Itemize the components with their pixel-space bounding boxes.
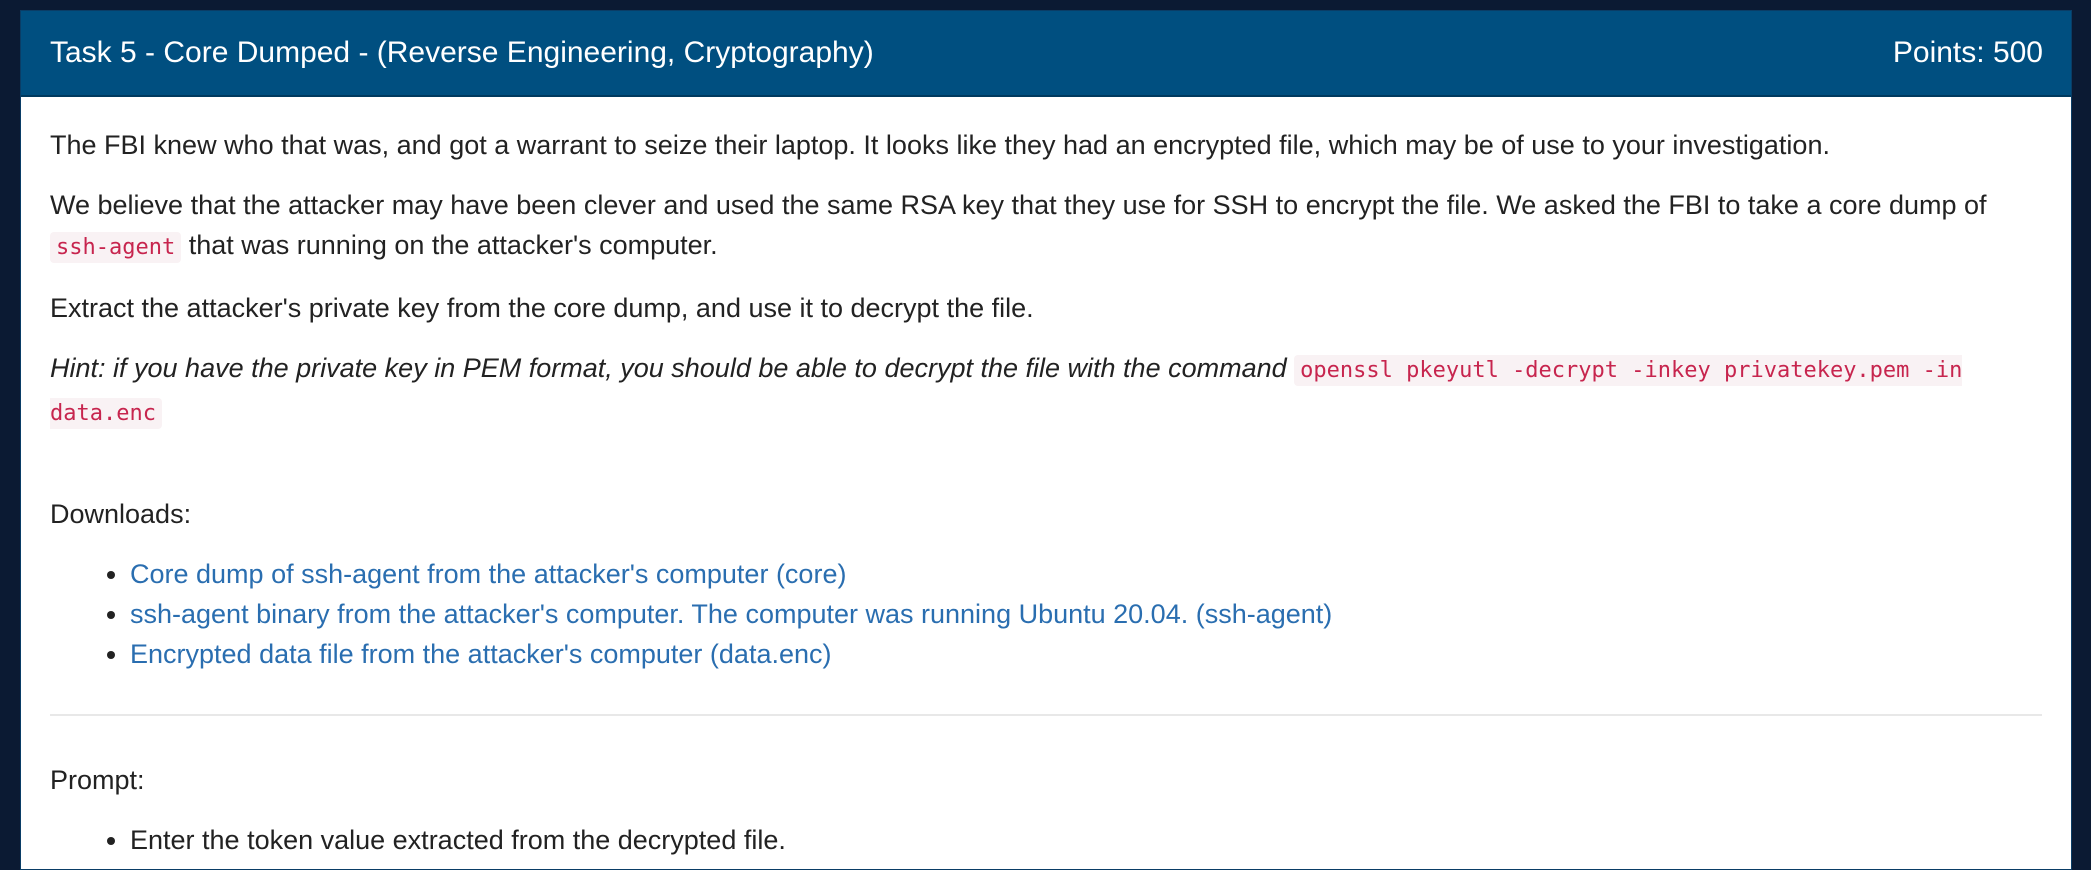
paragraph-2-text-before: We believe that the attacker may have be… (50, 190, 1987, 220)
download-core-link[interactable]: Core dump of ssh-agent from the attacker… (130, 559, 846, 589)
description-paragraph-1: The FBI knew who that was, and got a war… (50, 130, 1830, 160)
prompt-label: Prompt: (50, 765, 145, 795)
hint-text: Hint: if you have the private key in PEM… (50, 353, 1295, 383)
description-paragraph-2: We believe that the attacker may have be… (50, 185, 2042, 268)
download-ssh-agent-link[interactable]: ssh-agent binary from the attacker's com… (130, 599, 1332, 629)
section-divider (50, 714, 2042, 716)
download-data-enc-link[interactable]: Encrypted data file from the attacker's … (130, 639, 832, 669)
description-paragraph-3: Extract the attacker's private key from … (50, 293, 1034, 323)
prompt-item: Enter the token value extracted from the… (130, 820, 2042, 860)
download-item: ssh-agent binary from the attacker's com… (130, 594, 2042, 634)
task-panel: Task 5 - Core Dumped - (Reverse Engineer… (20, 10, 2072, 870)
downloads-label: Downloads: (50, 499, 192, 529)
download-item: Core dump of ssh-agent from the attacker… (130, 554, 2042, 594)
downloads-list: Core dump of ssh-agent from the attacker… (50, 554, 2042, 674)
paragraph-2-text-after: that was running on the attacker's compu… (181, 230, 718, 260)
prompt-list: Enter the token value extracted from the… (50, 820, 2042, 860)
task-title: Task 5 - Core Dumped - (Reverse Engineer… (50, 36, 874, 69)
download-item: Encrypted data file from the attacker's … (130, 634, 2042, 674)
task-body: The FBI knew who that was, and got a war… (21, 97, 2071, 860)
task-points: Points: 500 (1892, 36, 2043, 69)
ssh-agent-code: ssh-agent (50, 232, 182, 263)
hint-paragraph: Hint: if you have the private key in PEM… (50, 348, 2042, 434)
task-header: Task 5 - Core Dumped - (Reverse Engineer… (21, 11, 2071, 97)
